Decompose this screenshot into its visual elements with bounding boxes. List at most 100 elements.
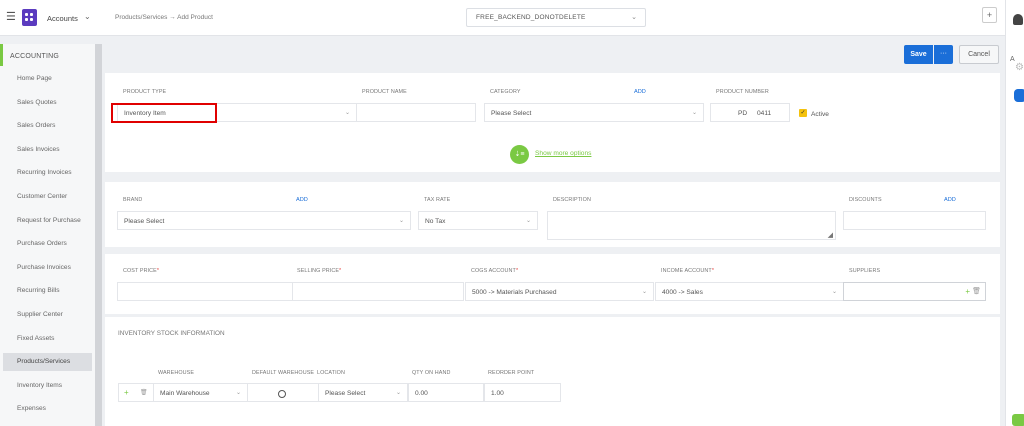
location-select[interactable]: Please Select ⌄: [318, 383, 408, 402]
save-button[interactable]: Save: [904, 45, 933, 64]
sidebar-item-fixed-assets[interactable]: Fixed Assets: [17, 335, 54, 342]
cost-price-label: COST PRICE*: [123, 268, 160, 274]
reorder-point-input[interactable]: 1.00: [484, 383, 561, 402]
discounts-input[interactable]: [843, 211, 986, 230]
column-location: LOCATION: [317, 370, 345, 376]
menu-icon[interactable]: ☰: [6, 12, 16, 23]
reorder-point-value: 1.00: [491, 389, 504, 397]
tax-rate-label: TAX RATE: [424, 197, 451, 203]
sidebar-item-recurring-invoices[interactable]: Recurring Invoices: [17, 169, 72, 176]
cancel-button[interactable]: Cancel: [959, 45, 999, 64]
active-checkbox[interactable]: ✓: [799, 109, 807, 117]
product-name-input[interactable]: [356, 103, 476, 122]
plus-icon[interactable]: +: [965, 287, 970, 296]
sidebar-item-purchase-invoices[interactable]: Purchase Invoices: [17, 264, 71, 271]
active-label: Active: [811, 111, 829, 118]
trash-icon[interactable]: 🗑: [972, 287, 981, 295]
warehouse-value: Main Warehouse: [160, 389, 210, 397]
location-value: Please Select: [325, 389, 366, 397]
chevron-down-icon: ⌄: [344, 110, 350, 116]
chevron-down-icon: ⌄: [631, 14, 637, 21]
sidebar-item-sales-quotes[interactable]: Sales Quotes: [17, 99, 57, 106]
category-add-link[interactable]: ADD: [634, 89, 646, 95]
sidebar-item-inventory-items[interactable]: Inventory Items: [17, 382, 62, 389]
tax-rate-value: No Tax: [425, 217, 446, 225]
income-account-label: INCOME ACCOUNT*: [661, 268, 715, 274]
brand-select[interactable]: Please Select ⌄: [117, 211, 411, 230]
cogs-account-value: 5000 -> Materials Purchased: [472, 288, 557, 296]
suppliers-input[interactable]: + 🗑: [843, 282, 986, 301]
tax-rate-select[interactable]: No Tax ⌄: [418, 211, 538, 230]
description-label: DESCRIPTION: [553, 197, 591, 203]
app-switcher-label[interactable]: Accounts: [47, 14, 78, 23]
chevron-down-icon[interactable]: ⌄: [84, 12, 91, 21]
chevron-down-icon: ⌄: [398, 218, 404, 224]
cogs-account-select[interactable]: 5000 -> Materials Purchased ⌄: [465, 282, 654, 301]
chevron-down-icon: ⌄: [395, 390, 401, 396]
product-number-prefix: PD: [738, 109, 748, 117]
sidebar-item-sales-invoices[interactable]: Sales Invoices: [17, 146, 60, 153]
qty-on-hand-input[interactable]: 0.00: [408, 383, 484, 402]
product-name-label: PRODUCT NAME: [362, 89, 407, 95]
selling-price-input[interactable]: [292, 282, 464, 301]
default-warehouse-radio[interactable]: [278, 390, 286, 398]
show-more-options-link[interactable]: Show more options: [535, 150, 591, 157]
sidebar-item-customer-center[interactable]: Customer Center: [17, 193, 67, 200]
qty-on-hand-value: 0.00: [415, 389, 428, 397]
brand-add-link[interactable]: ADD: [296, 197, 308, 203]
income-account-value: 4000 -> Sales: [662, 288, 703, 296]
sidebar-section-title[interactable]: ACCOUNTING: [10, 53, 59, 60]
column-default-warehouse: DEFAULT WAREHOUSE: [252, 370, 315, 376]
show-more-icon[interactable]: ⇣≡: [510, 145, 529, 164]
more-options-button[interactable]: ···: [934, 45, 953, 64]
chevron-down-icon: ⌄: [691, 110, 697, 116]
cost-price-input[interactable]: [117, 282, 293, 301]
category-select[interactable]: Please Select ⌄: [484, 103, 704, 122]
gear-icon[interactable]: ⚙: [1015, 62, 1024, 73]
sidebar-item-products-services[interactable]: Products/Services: [17, 358, 70, 365]
suppliers-label: SUPPLIERS: [849, 268, 881, 274]
inventory-card: [105, 317, 1000, 426]
sidebar-item-recurring-bills[interactable]: Recurring Bills: [17, 287, 60, 294]
chevron-down-icon: ⌄: [525, 218, 531, 224]
brand-label: BRAND: [123, 197, 143, 203]
category-value: Please Select: [491, 109, 532, 117]
breadcrumb: Products/Services → Add Product: [115, 14, 213, 21]
sidebar-item-purchase-orders[interactable]: Purchase Orders: [17, 240, 67, 247]
product-number-label: PRODUCT NUMBER: [716, 89, 769, 95]
trash-icon[interactable]: 🗑: [140, 389, 148, 396]
plus-icon[interactable]: +: [124, 388, 129, 397]
product-number-field[interactable]: PD 0411: [710, 103, 790, 122]
bell-icon[interactable]: [1013, 14, 1023, 25]
column-warehouse: WAREHOUSE: [158, 370, 195, 376]
sidebar-item-expenses[interactable]: Expenses: [17, 405, 46, 412]
product-card: [105, 73, 1000, 172]
sidebar-section-accent: [0, 44, 3, 66]
help-widget-icon[interactable]: [1012, 414, 1024, 426]
chevron-down-icon: ⌄: [641, 289, 647, 295]
chat-icon[interactable]: [1014, 89, 1024, 102]
chevron-down-icon: ⌄: [235, 390, 241, 396]
product-type-label: PRODUCT TYPE: [123, 89, 167, 95]
warehouse-select[interactable]: Main Warehouse ⌄: [153, 383, 248, 402]
inventory-section-title: INVENTORY STOCK INFORMATION: [118, 330, 225, 337]
selling-price-label: SELLING PRICE*: [297, 268, 342, 274]
sidebar-scrollbar[interactable]: [95, 44, 102, 426]
sidebar-item-home-page[interactable]: Home Page: [17, 75, 52, 82]
tenant-select-value: FREE_BACKEND_DONOTDELETE: [476, 14, 586, 21]
app-logo-icon[interactable]: [22, 9, 37, 26]
sidebar-item-request-for-purchase[interactable]: Request for Purchase: [17, 217, 81, 224]
add-button[interactable]: +: [982, 7, 997, 23]
highlight-box: [111, 103, 217, 123]
chevron-down-icon: ⌄: [831, 289, 837, 295]
sidebar-item-supplier-center[interactable]: Supplier Center: [17, 311, 63, 318]
description-textarea[interactable]: ◢: [547, 211, 836, 240]
brand-value: Please Select: [124, 217, 165, 225]
discounts-add-link[interactable]: ADD: [944, 197, 956, 203]
tenant-select[interactable]: FREE_BACKEND_DONOTDELETE ⌄: [466, 8, 646, 27]
sidebar-item-sales-orders[interactable]: Sales Orders: [17, 122, 55, 129]
category-label: CATEGORY: [490, 89, 521, 95]
resize-handle-icon[interactable]: ◢: [828, 231, 833, 239]
cogs-account-label: COGS ACCOUNT*: [471, 268, 519, 274]
income-account-select[interactable]: 4000 -> Sales ⌄: [655, 282, 844, 301]
